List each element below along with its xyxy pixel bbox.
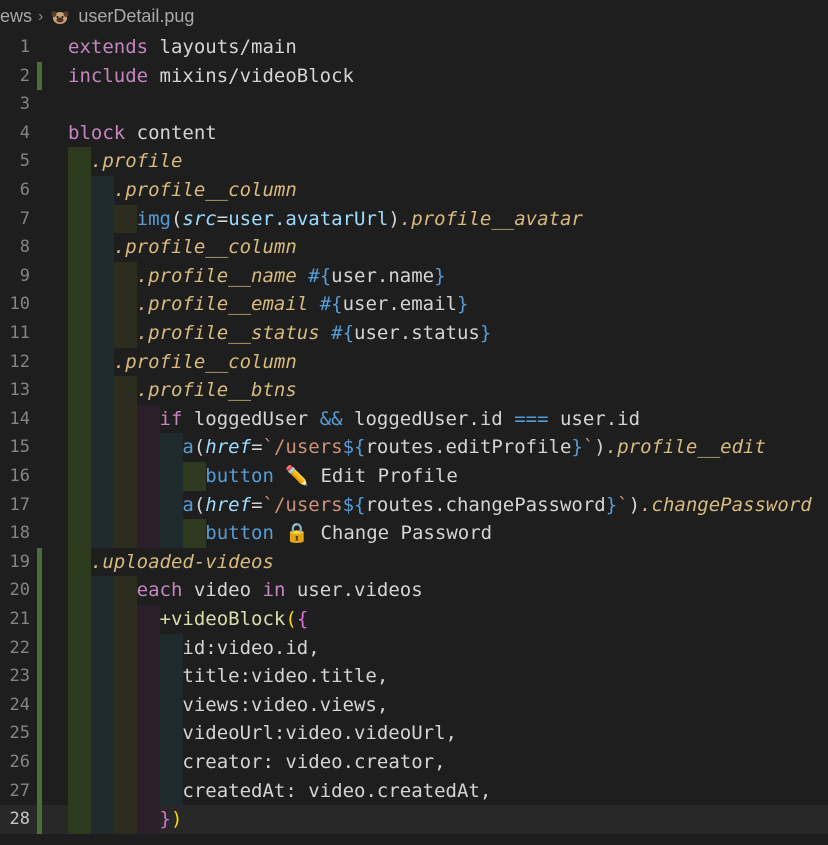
code-text: .profile__btns [136,379,297,402]
code-line[interactable]: 10 .profile__email #{user.email} [0,290,828,319]
code-line[interactable]: 27 createdAt: video.createdAt, [0,776,828,806]
line-number: 1 [19,37,30,57]
line-number: 7 [19,208,30,229]
code-text: img(src=user.avatarUrl).profile__avatar [136,207,583,230]
code-line[interactable]: 9 .profile__name #{user.name} [0,261,828,291]
code-text: .profile [90,150,183,173]
code-line[interactable]: 24 views:video.views, [0,690,828,720]
code-line[interactable]: 1 extends layouts/main [0,33,828,62]
code-line[interactable]: 11 .profile__status #{user.status} [0,319,828,348]
line-number: 15 [9,437,30,458]
code-line[interactable]: 12 .profile__column [0,347,828,377]
git-modified-marker[interactable] [37,547,42,834]
line-number: 9 [19,265,30,286]
code-line[interactable]: 25 videoUrl:video.videoUrl, [0,719,828,748]
code-line[interactable]: 18 button 🔒 Change Password [0,519,828,548]
code-text: .profile__email #{user.email} [136,293,469,316]
code-editor[interactable]: 1 extends layouts/main 2 include mixins/vid… [0,33,828,845]
code-line[interactable]: 21 +videoBlock({ [0,605,828,634]
code-text: block content [68,121,217,144]
line-number: 16 [9,466,30,486]
code-line[interactable]: 5 .profile [0,147,828,176]
code-text: +videoBlock({ [159,608,309,630]
code-line[interactable]: 22 id:video.id, [0,633,828,663]
line-number: 20 [9,580,30,601]
code-text: extends layouts/main [68,36,297,58]
line-number: 23 [9,666,30,687]
line-number: 17 [9,494,30,515]
line-number: 27 [9,780,30,801]
code-line[interactable]: 3 [0,90,828,119]
code-text: createdAt: video.createdAt, [182,779,492,802]
code-line[interactable]: 13 .profile__btns [0,376,828,405]
line-number: 13 [9,380,30,401]
breadcrumb: iews › userDetail.pug [0,0,828,33]
code-text: creator: video.creator, [182,751,446,773]
code-text: .profile__name #{user.name} [136,264,446,287]
code-line[interactable]: 6 .profile__column [0,176,828,205]
code-line[interactable]: 26 creator: video.creator, [0,748,828,777]
code-line[interactable]: 4 block content [0,119,828,148]
code-line[interactable]: 8 .profile__column [0,233,828,262]
line-number: 19 [9,551,30,572]
code-text: button ✏️ Edit Profile [205,465,458,487]
code-line[interactable]: 2 include mixins/videoBlock [0,62,828,91]
line-number: 11 [9,323,30,343]
code-text: id:video.id, [182,636,320,659]
line-number: 4 [19,122,30,143]
line-number: 22 [9,637,30,658]
line-number: 5 [19,151,30,172]
code-text: .profile__column [113,236,297,259]
code-text: videoUrl:video.videoUrl, [182,722,457,745]
code-text: .profile__column [113,179,297,201]
line-number: 6 [19,180,30,200]
line-number: 28 [9,809,30,830]
code-line[interactable]: 7 img(src=user.avatarUrl).profile__avata… [0,204,828,234]
code-line[interactable]: 23 title:video.title, [0,662,828,691]
code-text: .uploaded-videos [90,550,274,573]
pug-dog-icon [51,9,69,25]
code-line[interactable]: 15 a(href=`/users${routes.editProfile}`)… [0,433,828,462]
code-line[interactable]: 14 if loggedUser && loggedUser.id === us… [0,404,828,434]
code-text: title:video.title, [182,665,389,688]
line-number: 18 [9,523,30,544]
code-line[interactable]: 19 .uploaded-videos [0,547,828,577]
code-text: views:video.views, [182,693,389,716]
line-number: 24 [9,694,30,715]
code-line[interactable]: 20 each video in user.videos [0,576,828,605]
code-text: a(href=`/users${routes.editProfile}`).pr… [182,436,766,459]
breadcrumb-file[interactable]: userDetail.pug [78,6,194,27]
code-text: include mixins/videoBlock [68,64,354,87]
line-number: 8 [19,237,30,258]
git-modified-marker[interactable] [37,61,42,91]
line-number: 12 [9,351,30,372]
code-text: .profile__status #{user.status} [136,322,492,344]
code-line[interactable]: 16 button ✏️ Edit Profile [0,462,828,491]
line-number: 25 [9,723,30,744]
line-number: 21 [9,609,30,629]
line-number: 26 [9,752,30,772]
code-text: each video in user.videos [136,579,423,602]
code-text: a(href=`/users${routes.changePassword}`)… [182,493,812,516]
line-number: 3 [19,94,30,115]
line-number: 2 [19,65,30,86]
breadcrumb-folder[interactable]: iews [0,6,32,27]
code-line[interactable]: 17 a(href=`/users${routes.changePassword… [0,490,828,520]
code-text: }) [159,808,183,831]
code-text: .profile__column [113,350,297,373]
line-number: 14 [9,408,30,429]
code-text: if loggedUser && loggedUser.id === user.… [159,407,641,430]
line-number: 10 [9,294,30,315]
code-line[interactable]: 28 }) [0,805,828,834]
chevron-right-icon: › [38,7,44,25]
code-text: button 🔒 Change Password [205,522,493,545]
